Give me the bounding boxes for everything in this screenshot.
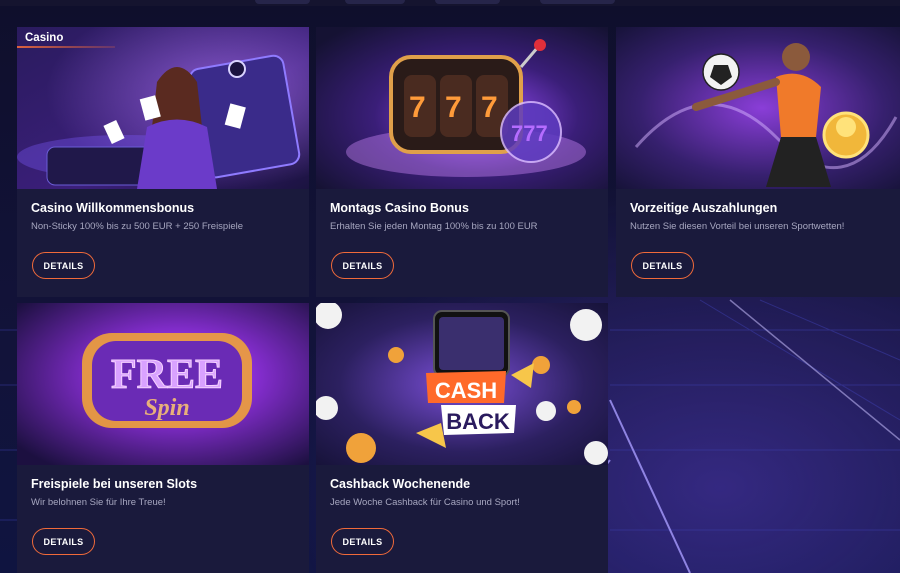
svg-text:7: 7 [481, 91, 498, 124]
details-button[interactable]: DETAILS [631, 252, 694, 279]
category-underline [17, 46, 115, 48]
free-spin-art-text: FREE [111, 352, 223, 398]
promo-image-football [616, 27, 900, 189]
promo-image-free-spins: FREE Spin [17, 303, 309, 465]
promo-title: Casino Willkommensbonus [31, 201, 195, 215]
promo-image-slot-machine: 7 7 7 777 [316, 27, 608, 189]
top-nav-remnant [345, 0, 405, 4]
promo-title: Cashback Wochenende [330, 477, 471, 491]
free-spin-art-text: Spin [144, 395, 189, 421]
promo-title: Vorzeitige Auszahlungen [630, 201, 778, 215]
top-nav-remnant [435, 0, 500, 4]
promo-title: Montags Casino Bonus [330, 201, 469, 215]
promo-image-casino [17, 27, 309, 189]
promo-card-monday: 7 7 7 777 Montags Casino Bonus Erhalten … [316, 27, 608, 297]
promo-description: Erhalten Sie jeden Montag 100% bis zu 10… [330, 221, 538, 232]
details-button[interactable]: DETAILS [32, 528, 95, 555]
svg-text:7: 7 [445, 91, 462, 124]
promo-card-cashback: CASH BACK Cashback Wochenende Jede Woche… [316, 303, 608, 573]
promo-description: Non-Sticky 100% bis zu 500 EUR + 250 Fre… [31, 221, 244, 232]
promo-description: Nutzen Sie diesen Vorteil bei unseren Sp… [630, 221, 845, 232]
promo-card-early-payout: Vorzeitige Auszahlungen Nutzen Sie diese… [616, 27, 900, 297]
top-nav-remnant [255, 0, 310, 4]
promo-card-free-spins: FREE Spin Freispiele bei unseren Slots W… [17, 303, 309, 573]
details-button[interactable]: DETAILS [32, 252, 95, 279]
cashback-art-text: CASH [435, 378, 497, 403]
cashback-art-text: BACK [446, 409, 510, 434]
svg-text:777: 777 [511, 121, 548, 146]
svg-text:7: 7 [409, 91, 426, 124]
category-label: Casino [25, 32, 64, 44]
promo-description: Wir belohnen Sie für Ihre Treue! [31, 497, 166, 508]
details-button[interactable]: DETAILS [331, 528, 394, 555]
promo-card-welcome: Casino Casino Willkommensbonus Non-Stick… [17, 27, 309, 297]
promo-description: Jede Woche Cashback für Casino und Sport… [330, 497, 520, 508]
details-button[interactable]: DETAILS [331, 252, 394, 279]
promo-image-cashback: CASH BACK [316, 303, 608, 465]
promo-title: Freispiele bei unseren Slots [31, 477, 198, 491]
top-nav-remnant [540, 0, 615, 4]
